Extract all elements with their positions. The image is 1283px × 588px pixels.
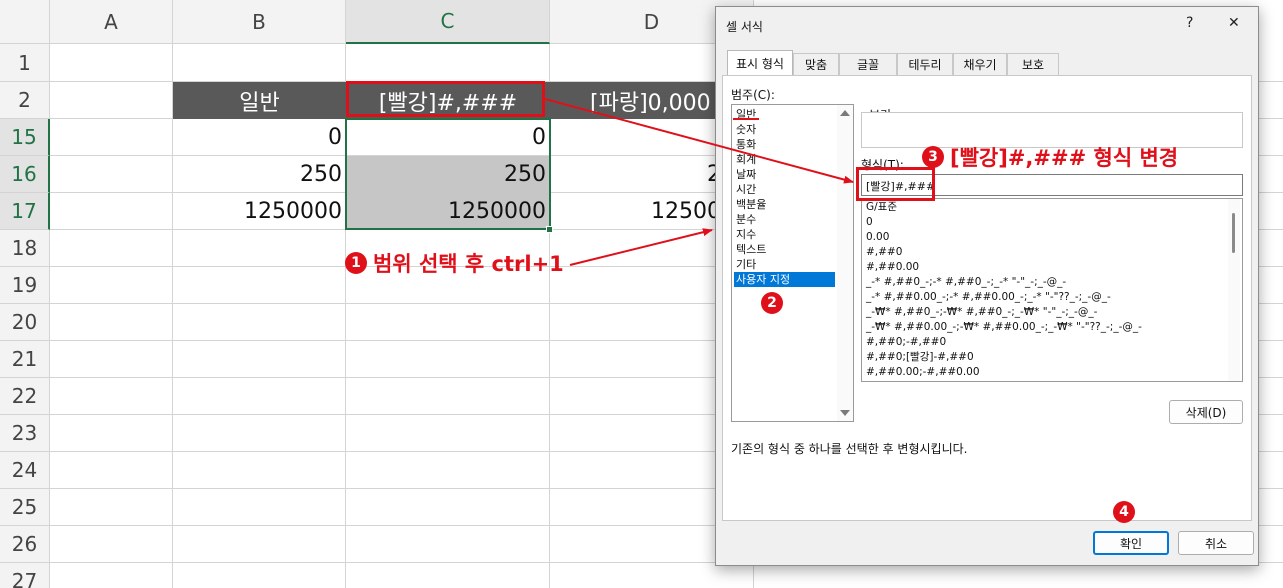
row-header-23[interactable]: 23: [0, 415, 50, 452]
format-list-item[interactable]: _-₩* #,##0_-;-₩* #,##0_-;_-₩* "-"_-;_-@_…: [866, 305, 1097, 320]
format-list-item[interactable]: #,##0: [866, 245, 902, 260]
row-header-24[interactable]: 24: [0, 452, 50, 489]
step1-badge: 1: [345, 252, 367, 274]
annotation-step3: 3 [빨강]#,### 형식 변경: [922, 142, 1178, 172]
category-item[interactable]: 지수: [734, 227, 835, 242]
fill-handle[interactable]: [546, 226, 553, 233]
format-code-list[interactable]: G/표준 0 0.00 #,##0 #,##0.00 _-* #,##0_-;-…: [861, 198, 1243, 382]
step2-badge: 2: [761, 292, 783, 314]
highlight-c2-box: [346, 81, 545, 117]
category-item[interactable]: 시간: [734, 182, 835, 197]
row-header-16[interactable]: 16: [0, 156, 50, 193]
tab-protection[interactable]: 보호: [1007, 53, 1059, 75]
highlight-format-input-box: [856, 167, 935, 201]
format-list-item[interactable]: _-₩* #,##0.00_-;-₩* #,##0.00_-;_-₩* "-"?…: [866, 320, 1142, 335]
format-list-scrollbar[interactable]: [1228, 199, 1240, 381]
step3-badge: 3: [922, 146, 944, 168]
scroll-up-icon[interactable]: [840, 110, 850, 116]
row-header-19[interactable]: 19: [0, 267, 50, 304]
ok-button[interactable]: 확인: [1093, 531, 1169, 555]
category-item[interactable]: 통화: [734, 137, 835, 152]
category-item[interactable]: 기타: [734, 257, 835, 272]
row-header-15[interactable]: 15: [0, 119, 50, 156]
step3-text: [빨강]#,### 형식 변경: [950, 146, 1179, 170]
cell-b15[interactable]: 0: [173, 119, 346, 156]
format-list-item[interactable]: G/표준: [866, 200, 897, 215]
annotation-step1: 1 범위 선택 후 ctrl+1: [345, 248, 564, 278]
category-general-underline: [733, 118, 759, 120]
cell-b17[interactable]: 1250000: [173, 193, 346, 230]
close-icon[interactable]: ✕: [1228, 15, 1240, 31]
cancel-button[interactable]: 취소: [1178, 531, 1254, 555]
format-list-item[interactable]: #,##0;[빨강]-#,##0: [866, 350, 974, 365]
format-list-item[interactable]: #,##0.00: [866, 260, 919, 275]
delete-button[interactable]: 삭제(D): [1169, 400, 1243, 424]
dialog-title: 셀 서식: [726, 20, 763, 34]
row-header-2[interactable]: 2: [0, 82, 50, 119]
tab-border[interactable]: 테두리: [897, 53, 953, 75]
cell-b16[interactable]: 250: [173, 156, 346, 193]
column-header-b[interactable]: B: [173, 0, 346, 44]
category-list[interactable]: 일반 숫자 통화 회계 날짜 시간 백분율 분수 지수 텍스트 기타 사용자 지…: [731, 104, 854, 422]
step1-text: 범위 선택 후 ctrl+1: [373, 252, 564, 276]
category-label: 범주(C):: [731, 88, 775, 102]
column-header-c[interactable]: C: [346, 0, 550, 44]
cell-d17[interactable]: 12500: [550, 193, 725, 230]
category-scrollbar[interactable]: [837, 105, 853, 421]
category-item[interactable]: 숫자: [734, 122, 835, 137]
select-all-corner[interactable]: [0, 0, 50, 44]
format-list-scroll-thumb[interactable]: [1232, 213, 1235, 253]
row-header-17[interactable]: 17: [0, 193, 50, 230]
format-list-item[interactable]: 0: [866, 215, 873, 230]
format-cells-dialog: 셀 서식 ? ✕ 표시 형식 맞춤 글꼴 테두리 채우기 보호 범주(C): 일…: [715, 6, 1259, 566]
category-item[interactable]: 분수: [734, 212, 835, 227]
cell-b2[interactable]: 일반: [173, 82, 346, 119]
format-list-item[interactable]: _-* #,##0.00_-;-* #,##0.00_-;_-* "-"??_-…: [866, 290, 1111, 305]
arrow-step1-to-dialog: [569, 228, 713, 266]
column-header-a[interactable]: A: [50, 0, 173, 44]
format-description: 기존의 형식 중 하나를 선택한 후 변형시킵니다.: [731, 442, 968, 456]
step4-badge: 4: [1113, 501, 1135, 523]
row-header-20[interactable]: 20: [0, 304, 50, 341]
category-item[interactable]: 회계: [734, 152, 835, 167]
format-list-item[interactable]: 0.00: [866, 230, 889, 245]
row-header-18[interactable]: 18: [0, 230, 50, 267]
row-header-21[interactable]: 21: [0, 341, 50, 378]
row-header-1[interactable]: 1: [0, 44, 50, 82]
tab-fill[interactable]: 채우기: [953, 53, 1007, 75]
tab-alignment[interactable]: 맞춤: [793, 53, 839, 75]
row-header-26[interactable]: 26: [0, 526, 50, 563]
help-icon[interactable]: ?: [1186, 15, 1193, 31]
category-item[interactable]: 백분율: [734, 197, 835, 212]
row-header-27[interactable]: 27: [0, 563, 50, 588]
cell-d16[interactable]: 2: [550, 156, 725, 193]
screenshot: A B C D 1 2 15 16 17 18 19 20 21 22 23 2…: [0, 0, 1283, 588]
format-list-item[interactable]: _-* #,##0_-;-* #,##0_-;_-* "-"_-;_-@_-: [866, 275, 1066, 290]
row-header-25[interactable]: 25: [0, 489, 50, 526]
category-item[interactable]: 날짜: [734, 167, 835, 182]
category-item[interactable]: 텍스트: [734, 242, 835, 257]
tab-font[interactable]: 글꼴: [839, 53, 897, 75]
format-list-item[interactable]: #,##0.00;-#,##0.00: [866, 365, 980, 380]
row-header-22[interactable]: 22: [0, 378, 50, 415]
format-list-item[interactable]: #,##0;-#,##0: [866, 335, 946, 350]
tab-number-format[interactable]: 표시 형식: [727, 50, 793, 76]
category-item-selected[interactable]: 사용자 지정: [734, 272, 835, 287]
scroll-down-icon[interactable]: [840, 410, 850, 416]
selection-range-border: [345, 118, 551, 230]
